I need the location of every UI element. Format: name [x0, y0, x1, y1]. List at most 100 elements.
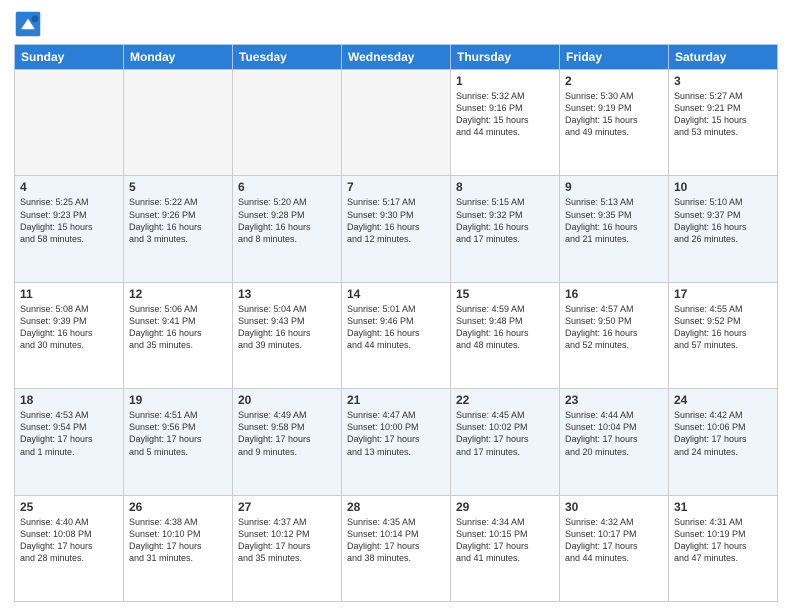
day-cell: 1 Sunrise: 5:32 AM Sunset: 9:16 PM Daylig… — [451, 70, 560, 176]
day-cell: 5 Sunrise: 5:22 AM Sunset: 9:26 PM Daylig… — [124, 176, 233, 282]
day-number: 11 — [20, 287, 118, 301]
day-cell: 16Sunrise: 4:57 AM Sunset: 9:50 PM Dayli… — [560, 282, 669, 388]
page: SundayMondayTuesdayWednesdayThursdayFrid… — [0, 0, 792, 612]
day-info: Sunrise: 4:34 AM Sunset: 10:15 PM Daylig… — [456, 516, 554, 565]
day-number: 13 — [238, 287, 336, 301]
day-cell: 4Sunrise: 5:25 AM Sunset: 9:23 PM Daylig… — [15, 176, 124, 282]
day-cell: 24 Sunrise: 4:42 AM Sunset: 10:06 PM Dayl… — [669, 389, 778, 495]
day-info: Sunrise: 5:15 AM Sunset: 9:32 PM Dayligh… — [456, 196, 554, 245]
day-number: 23 — [565, 393, 663, 407]
day-number: 31 — [674, 500, 772, 514]
day-number: 4 — [20, 180, 118, 194]
day-number: 8 — [456, 180, 554, 194]
day-number: 28 — [347, 500, 445, 514]
week-row-2: 4Sunrise: 5:25 AM Sunset: 9:23 PM Daylig… — [15, 176, 778, 282]
day-cell: 14 Sunrise: 5:01 AM Sunset: 9:46 PM Dayli… — [342, 282, 451, 388]
day-info: Sunrise: 4:37 AM Sunset: 10:12 PM Daylig… — [238, 516, 336, 565]
day-number: 22 — [456, 393, 554, 407]
day-cell: 17 Sunrise: 4:55 AM Sunset: 9:52 PM Dayli… — [669, 282, 778, 388]
day-cell: 22 Sunrise: 4:45 AM Sunset: 10:02 PM Dayl… — [451, 389, 560, 495]
calendar-table: SundayMondayTuesdayWednesdayThursdayFrid… — [14, 44, 778, 602]
day-number: 20 — [238, 393, 336, 407]
day-number: 12 — [129, 287, 227, 301]
day-info: Sunrise: 4:31 AM Sunset: 10:19 PM Daylig… — [674, 516, 772, 565]
day-number: 30 — [565, 500, 663, 514]
day-cell: 31 Sunrise: 4:31 AM Sunset: 10:19 PM Dayl… — [669, 495, 778, 601]
day-cell — [15, 70, 124, 176]
day-number: 15 — [456, 287, 554, 301]
day-cell: 26 Sunrise: 4:38 AM Sunset: 10:10 PM Dayl… — [124, 495, 233, 601]
col-header-saturday: Saturday — [669, 45, 778, 70]
col-header-thursday: Thursday — [451, 45, 560, 70]
day-number: 16 — [565, 287, 663, 301]
day-info: Sunrise: 4:51 AM Sunset: 9:56 PM Dayligh… — [129, 409, 227, 458]
day-number: 1 — [456, 74, 554, 88]
calendar-header-row: SundayMondayTuesdayWednesdayThursdayFrid… — [15, 45, 778, 70]
day-info: Sunrise: 4:42 AM Sunset: 10:06 PM Daylig… — [674, 409, 772, 458]
day-cell: 28 Sunrise: 4:35 AM Sunset: 10:14 PM Dayl… — [342, 495, 451, 601]
day-number: 14 — [347, 287, 445, 301]
day-cell: 13Sunrise: 5:04 AM Sunset: 9:43 PM Dayli… — [233, 282, 342, 388]
day-info: Sunrise: 5:17 AM Sunset: 9:30 PM Dayligh… — [347, 196, 445, 245]
day-cell: 9 Sunrise: 5:13 AM Sunset: 9:35 PM Daylig… — [560, 176, 669, 282]
day-cell: 19 Sunrise: 4:51 AM Sunset: 9:56 PM Dayli… — [124, 389, 233, 495]
day-number: 6 — [238, 180, 336, 194]
day-cell: 12 Sunrise: 5:06 AM Sunset: 9:41 PM Dayli… — [124, 282, 233, 388]
week-row-3: 11 Sunrise: 5:08 AM Sunset: 9:39 PM Dayli… — [15, 282, 778, 388]
day-info: Sunrise: 4:35 AM Sunset: 10:14 PM Daylig… — [347, 516, 445, 565]
day-cell: 2Sunrise: 5:30 AM Sunset: 9:19 PM Daylig… — [560, 70, 669, 176]
logo-icon — [14, 10, 42, 38]
day-number: 10 — [674, 180, 772, 194]
day-number: 19 — [129, 393, 227, 407]
day-number: 24 — [674, 393, 772, 407]
day-number: 29 — [456, 500, 554, 514]
day-info: Sunrise: 4:38 AM Sunset: 10:10 PM Daylig… — [129, 516, 227, 565]
day-info: Sunrise: 5:20 AM Sunset: 9:28 PM Dayligh… — [238, 196, 336, 245]
day-info: Sunrise: 4:49 AM Sunset: 9:58 PM Dayligh… — [238, 409, 336, 458]
day-info: Sunrise: 4:59 AM Sunset: 9:48 PM Dayligh… — [456, 303, 554, 352]
day-number: 3 — [674, 74, 772, 88]
day-cell: 25Sunrise: 4:40 AM Sunset: 10:08 PM Dayl… — [15, 495, 124, 601]
day-info: Sunrise: 5:08 AM Sunset: 9:39 PM Dayligh… — [20, 303, 118, 352]
day-number: 17 — [674, 287, 772, 301]
header — [14, 10, 778, 38]
day-cell — [233, 70, 342, 176]
day-number: 27 — [238, 500, 336, 514]
day-cell: 7Sunrise: 5:17 AM Sunset: 9:30 PM Daylig… — [342, 176, 451, 282]
day-cell: 6 Sunrise: 5:20 AM Sunset: 9:28 PM Daylig… — [233, 176, 342, 282]
day-number: 9 — [565, 180, 663, 194]
day-number: 21 — [347, 393, 445, 407]
day-cell: 30 Sunrise: 4:32 AM Sunset: 10:17 PM Dayl… — [560, 495, 669, 601]
day-info: Sunrise: 4:32 AM Sunset: 10:17 PM Daylig… — [565, 516, 663, 565]
day-info: Sunrise: 5:27 AM Sunset: 9:21 PM Dayligh… — [674, 90, 772, 139]
day-info: Sunrise: 5:01 AM Sunset: 9:46 PM Dayligh… — [347, 303, 445, 352]
day-number: 2 — [565, 74, 663, 88]
day-info: Sunrise: 5:06 AM Sunset: 9:41 PM Dayligh… — [129, 303, 227, 352]
week-row-4: 18Sunrise: 4:53 AM Sunset: 9:54 PM Dayli… — [15, 389, 778, 495]
day-cell: 3 Sunrise: 5:27 AM Sunset: 9:21 PM Daylig… — [669, 70, 778, 176]
week-row-1: 1 Sunrise: 5:32 AM Sunset: 9:16 PM Daylig… — [15, 70, 778, 176]
day-cell: 27 Sunrise: 4:37 AM Sunset: 10:12 PM Dayl… — [233, 495, 342, 601]
day-info: Sunrise: 5:10 AM Sunset: 9:37 PM Dayligh… — [674, 196, 772, 245]
day-cell: 8 Sunrise: 5:15 AM Sunset: 9:32 PM Daylig… — [451, 176, 560, 282]
day-info: Sunrise: 4:55 AM Sunset: 9:52 PM Dayligh… — [674, 303, 772, 352]
day-cell: 21 Sunrise: 4:47 AM Sunset: 10:00 PM Dayl… — [342, 389, 451, 495]
week-row-5: 25Sunrise: 4:40 AM Sunset: 10:08 PM Dayl… — [15, 495, 778, 601]
day-number: 5 — [129, 180, 227, 194]
day-number: 25 — [20, 500, 118, 514]
day-cell: 10 Sunrise: 5:10 AM Sunset: 9:37 PM Dayli… — [669, 176, 778, 282]
day-number: 18 — [20, 393, 118, 407]
col-header-monday: Monday — [124, 45, 233, 70]
day-info: Sunrise: 4:45 AM Sunset: 10:02 PM Daylig… — [456, 409, 554, 458]
day-info: Sunrise: 5:13 AM Sunset: 9:35 PM Dayligh… — [565, 196, 663, 245]
col-header-wednesday: Wednesday — [342, 45, 451, 70]
day-cell: 18Sunrise: 4:53 AM Sunset: 9:54 PM Dayli… — [15, 389, 124, 495]
day-info: Sunrise: 5:22 AM Sunset: 9:26 PM Dayligh… — [129, 196, 227, 245]
day-info: Sunrise: 4:47 AM Sunset: 10:00 PM Daylig… — [347, 409, 445, 458]
day-cell: 11 Sunrise: 5:08 AM Sunset: 9:39 PM Dayli… — [15, 282, 124, 388]
logo — [14, 10, 46, 38]
day-cell — [342, 70, 451, 176]
day-number: 26 — [129, 500, 227, 514]
day-info: Sunrise: 5:32 AM Sunset: 9:16 PM Dayligh… — [456, 90, 554, 139]
day-cell: 20 Sunrise: 4:49 AM Sunset: 9:58 PM Dayli… — [233, 389, 342, 495]
